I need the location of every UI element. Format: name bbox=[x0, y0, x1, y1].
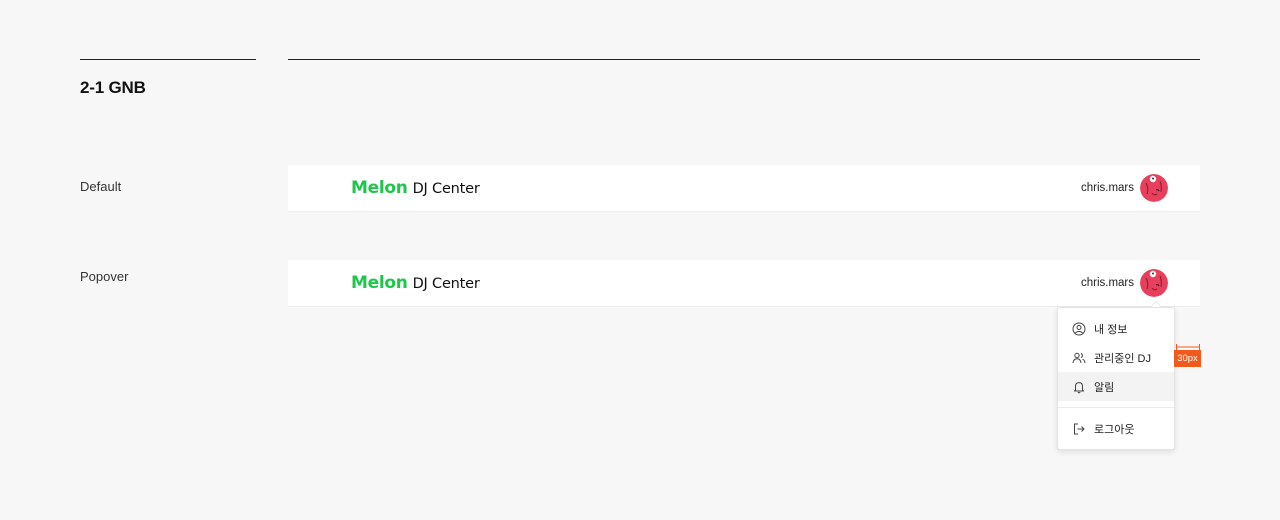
user-menu[interactable]: chris.mars bbox=[1081, 174, 1168, 202]
logo-product: DJ Center bbox=[412, 181, 480, 197]
avatar[interactable] bbox=[1140, 269, 1168, 297]
gnb-default: Melon DJ Center chris.mars bbox=[288, 165, 1200, 211]
menu-item-label: 로그아웃 bbox=[1094, 423, 1135, 436]
logo-product: DJ Center bbox=[412, 276, 480, 292]
divider-right bbox=[288, 59, 1200, 60]
user-circle-icon bbox=[1072, 322, 1086, 335]
divider-left bbox=[80, 59, 256, 60]
row-label-default: Default bbox=[80, 179, 122, 194]
menu-item-my-info[interactable]: 내 정보 bbox=[1058, 314, 1174, 343]
menu-item-logout[interactable]: 로그아웃 bbox=[1058, 414, 1174, 443]
logo-brand: Melon bbox=[351, 178, 408, 198]
users-icon bbox=[1072, 352, 1086, 363]
section-title: 2-1 GNB bbox=[80, 78, 146, 97]
spacing-badge: 30px bbox=[1174, 350, 1201, 367]
menu-item-notifications[interactable]: 알림 bbox=[1058, 372, 1174, 401]
user-menu[interactable]: chris.mars bbox=[1081, 269, 1168, 297]
logo[interactable]: Melon DJ Center bbox=[351, 178, 480, 198]
row-label-popover: Popover bbox=[80, 269, 129, 284]
menu-item-label: 관리중인 DJ bbox=[1094, 352, 1151, 365]
gnb-popover: Melon DJ Center chris.mars bbox=[288, 260, 1200, 306]
popover-arrow-fill bbox=[1151, 302, 1161, 307]
logout-icon bbox=[1074, 423, 1085, 434]
menu-item-managed-dj[interactable]: 관리중인 DJ bbox=[1058, 343, 1174, 372]
menu-item-label: 내 정보 bbox=[1094, 323, 1128, 336]
logo-brand: Melon bbox=[351, 273, 408, 293]
user-popover: 내 정보 관리중인 DJ 알림 로그아웃 bbox=[1057, 307, 1175, 450]
bell-icon bbox=[1074, 381, 1084, 393]
menu-divider bbox=[1058, 407, 1174, 408]
username: chris.mars bbox=[1080, 277, 1134, 289]
avatar[interactable] bbox=[1140, 174, 1168, 202]
menu-item-label: 알림 bbox=[1094, 381, 1115, 394]
logo[interactable]: Melon DJ Center bbox=[351, 273, 480, 293]
username: chris.mars bbox=[1080, 182, 1134, 194]
